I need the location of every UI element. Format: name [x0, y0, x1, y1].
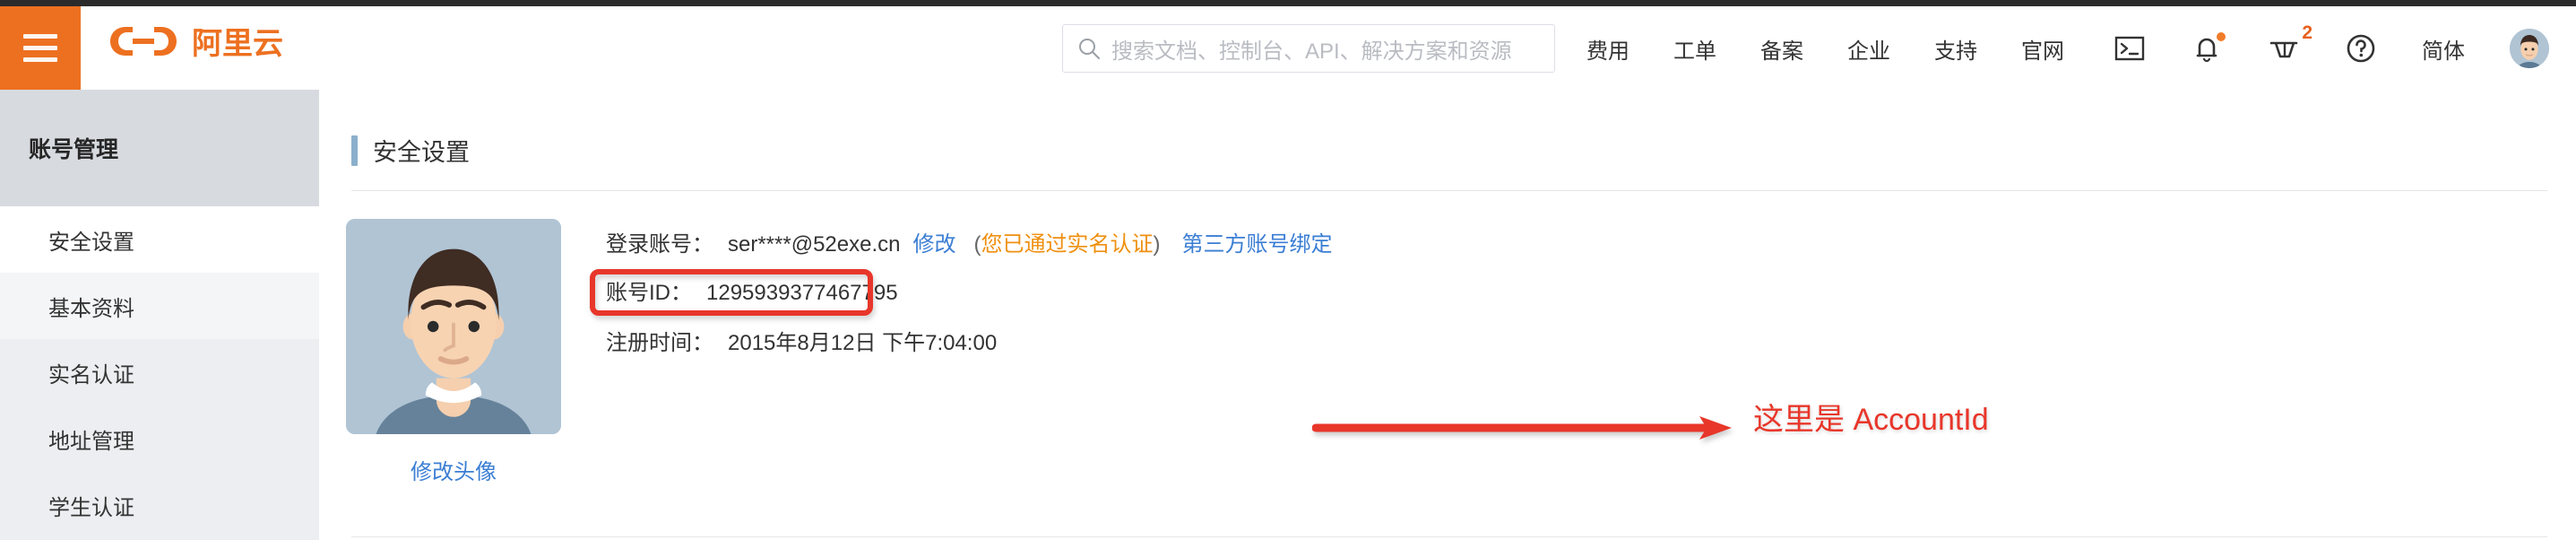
change-avatar-link[interactable]: 修改头像: [346, 454, 561, 485]
register-time-value: 2015年8月12日 下午7:04:00: [728, 331, 998, 355]
sidebar-item-label: 实名认证: [48, 362, 134, 388]
search-icon: [1079, 39, 1100, 59]
nav-item-support[interactable]: 支持: [1934, 33, 1977, 65]
sidebar-item-real-name-auth[interactable]: 实名认证: [0, 339, 319, 405]
page-title-accent-bar: [351, 135, 358, 166]
shopping-cart-button[interactable]: 2: [2268, 23, 2312, 65]
sidebar-item-basic-info[interactable]: 基本资料: [0, 273, 319, 339]
hamburger-icon-bar: [23, 46, 57, 50]
notification-unread-dot: [2217, 32, 2226, 41]
account-id-value: 1295939377467795: [706, 281, 898, 305]
nav-item-icp[interactable]: 备案: [1760, 33, 1803, 65]
console-terminal-icon: [2114, 36, 2145, 61]
sidebar-item-label: 地址管理: [48, 429, 134, 454]
login-account-label: 登录账号：: [606, 232, 713, 257]
left-sidebar: 账号管理 安全设置 基本资料 实名认证 地址管理 学生认证: [0, 90, 319, 540]
cart-badge-count: 2: [2302, 22, 2312, 43]
top-header: 阿里云 搜索文档、控制台、API、解决方案和资源 费用 工单 备案 企业 支持 …: [0, 6, 2576, 90]
header-icon-group: 2 简体: [2114, 22, 2549, 74]
register-time-label: 注册时间：: [606, 331, 713, 355]
nav-item-tickets[interactable]: 工单: [1673, 33, 1716, 65]
register-time-row: 注册时间： 2015年8月12日 下午7:04:00: [606, 325, 1332, 368]
login-account-row: 登录账号： ser****@52exe.cn 修改 ( 您已通过实名认证 ) 第…: [606, 226, 1332, 269]
avatar-icon: [2510, 29, 2549, 68]
annotation-label: 这里是 AccountId: [1753, 403, 1989, 437]
header-user-avatar[interactable]: [2510, 29, 2549, 68]
svg-text:阿里云: 阿里云: [192, 27, 283, 61]
nav-item-enterprise[interactable]: 企业: [1847, 33, 1890, 65]
verified-paren-close: ): [1153, 232, 1161, 257]
hamburger-icon-bar: [23, 34, 57, 39]
annotation-arrow-icon: [1312, 416, 1732, 440]
cart-icon: [2269, 41, 2298, 58]
nav-item-website[interactable]: 官网: [2021, 33, 2064, 65]
verified-status-text: 您已通过实名认证: [981, 232, 1154, 257]
sidebar-item-security-settings[interactable]: 安全设置: [0, 206, 319, 273]
page-title: 安全设置: [351, 133, 470, 168]
sidebar-title-label: 账号管理: [29, 137, 119, 162]
nav-item-fees[interactable]: 费用: [1586, 33, 1629, 65]
login-account-value: ser****@52exe.cn: [728, 232, 901, 257]
top-dark-strip: [0, 0, 2576, 6]
aliyun-mark-icon: [110, 27, 177, 56]
account-id-row: 账号ID： 1295939377467795: [590, 269, 1332, 318]
hamburger-menu-button[interactable]: [0, 6, 81, 90]
profile-avatar[interactable]: [346, 219, 561, 434]
title-divider: [351, 190, 2547, 191]
sidebar-item-student-auth[interactable]: 学生认证: [0, 472, 319, 538]
hamburger-icon-bar: [23, 57, 57, 62]
profile-avatar-block: 修改头像: [346, 219, 561, 485]
app-root: 阿里云 搜索文档、控制台、API、解决方案和资源 费用 工单 备案 企业 支持 …: [0, 0, 2576, 540]
sidebar-item-address-management[interactable]: 地址管理: [0, 405, 319, 472]
account-info-block: 登录账号： ser****@52exe.cn 修改 ( 您已通过实名认证 ) 第…: [590, 226, 1332, 368]
sidebar-item-label: 学生认证: [48, 495, 134, 520]
bottom-divider: [351, 536, 2547, 537]
question-circle-icon: [2347, 34, 2375, 63]
account-id-label: 账号ID：: [606, 281, 692, 305]
modify-login-link[interactable]: 修改: [912, 226, 955, 257]
sidebar-item-label: 安全设置: [48, 230, 134, 255]
console-terminal-button[interactable]: [2114, 32, 2146, 65]
help-button[interactable]: [2345, 32, 2377, 65]
sidebar-item-label: 基本资料: [48, 296, 134, 321]
main-content: 安全设置 修改头像 登录账号： ser****@52exe.cn 修改 (您已…: [319, 90, 2576, 540]
verified-paren-open: (: [973, 232, 981, 257]
header-nav: 费用 工单 备案 企业 支持 官网: [1586, 24, 2064, 73]
aliyun-wordmark-icon: 阿里云: [192, 27, 283, 61]
language-switcher[interactable]: 简体: [2422, 33, 2465, 65]
notifications-button[interactable]: [2191, 32, 2226, 65]
aliyun-logo[interactable]: 阿里云: [106, 22, 290, 64]
search-input-placeholder[interactable]: 搜索文档、控制台、API、解决方案和资源: [1111, 33, 1512, 65]
avatar-illustration-icon: [346, 219, 561, 434]
third-party-binding-link[interactable]: 第三方账号绑定: [1181, 226, 1332, 257]
sidebar-title: 账号管理: [0, 90, 319, 206]
page-title-label: 安全设置: [373, 139, 470, 166]
global-search-box[interactable]: 搜索文档、控制台、API、解决方案和资源: [1062, 24, 1555, 73]
